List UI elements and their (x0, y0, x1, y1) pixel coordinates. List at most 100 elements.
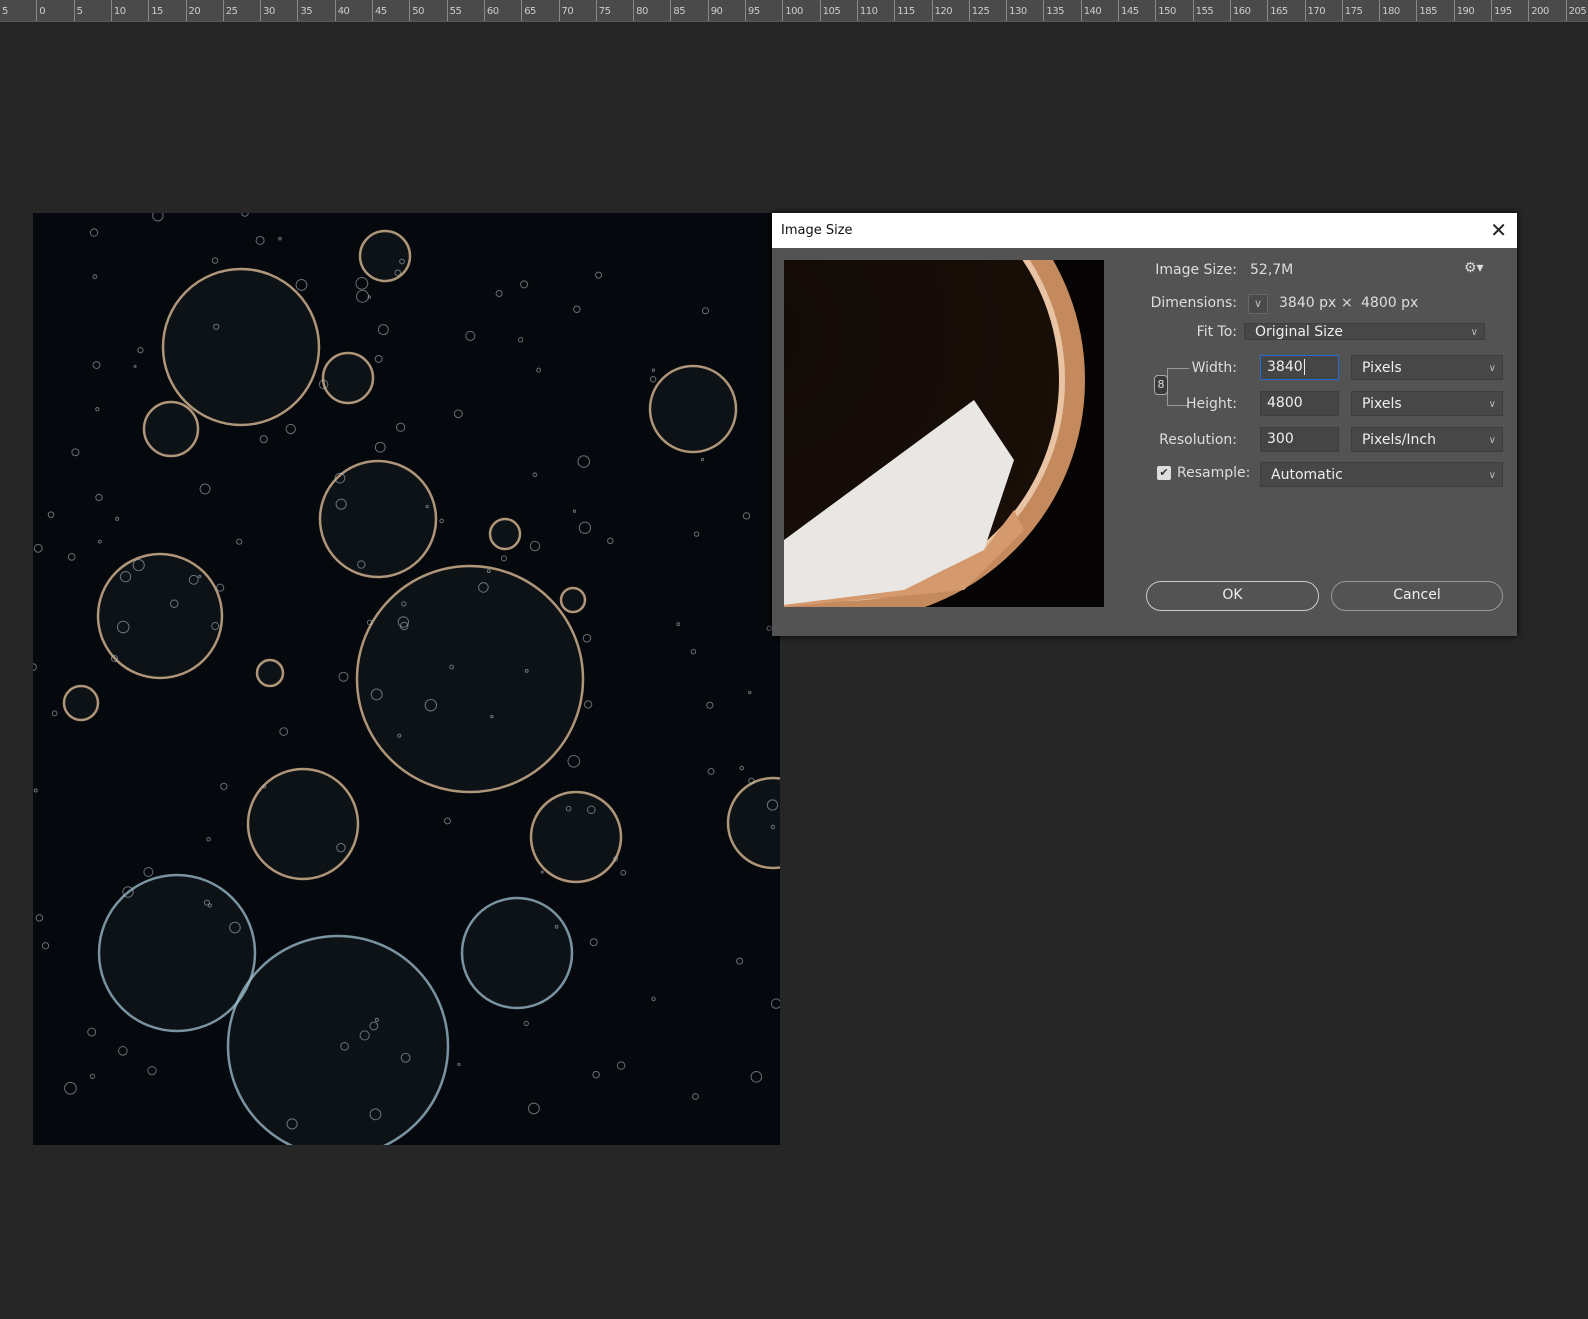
ruler-tick-label: 180 (1379, 0, 1400, 21)
small-bubble (532, 472, 538, 478)
horizontal-ruler[interactable]: 5 0 5 10 15 20 25 30 35 40 45 50 55 60 65 70 75 80 85 90 95 1… (0, 0, 1588, 22)
small-bubble (748, 690, 752, 695)
small-bubble (35, 914, 44, 922)
document-canvas[interactable] (33, 213, 780, 1145)
ruler-tick-label: 170 (1304, 0, 1326, 21)
dimensions-dropdown-icon[interactable]: ∨ (1248, 294, 1268, 314)
small-bubble (255, 235, 265, 245)
bubbles-image (33, 213, 780, 1145)
height-unit-select[interactable]: Pixels ∨ (1351, 391, 1503, 416)
small-bubble (241, 213, 249, 217)
ruler-tick-label: 15 (148, 0, 163, 21)
dimensions-width: 3840 px (1279, 295, 1337, 311)
small-bubble (97, 539, 102, 544)
ruler-tick-label: 160 (1229, 0, 1251, 21)
small-bubble (529, 540, 541, 552)
resolution-unit-select[interactable]: Pixels/Inch ∨ (1351, 427, 1503, 452)
ruler-tick-label: 5 (73, 0, 83, 21)
ruler-tick-label: 75 (595, 0, 611, 21)
ruler-tick-label: 120 (931, 0, 953, 21)
small-bubble (739, 765, 745, 771)
small-bubble (67, 553, 76, 561)
ok-button[interactable]: OK (1146, 581, 1319, 611)
text-cursor (1303, 359, 1305, 375)
dialog-title: Image Size (772, 213, 1517, 248)
dimensions-times: × (1341, 295, 1353, 311)
width-label: Width: (1191, 360, 1237, 376)
image-preview[interactable] (784, 260, 1104, 607)
ruler-tick-label: 115 (894, 0, 915, 21)
ruler-tick-label: 25 (222, 0, 238, 21)
ruler-tick-label: 110 (856, 0, 878, 21)
ruler-tick-label: 205 (1565, 0, 1587, 21)
small-bubble (259, 435, 268, 444)
height-input[interactable]: 4800 (1260, 391, 1339, 416)
ruler-tick-label: 70 (558, 0, 574, 21)
resample-select[interactable]: Automatic ∨ (1260, 462, 1503, 487)
small-bubble (64, 1081, 77, 1095)
ruler-tick-label: 45 (372, 0, 387, 21)
ruler-tick-label: 190 (1453, 0, 1475, 21)
ruler-tick-label: 155 (1192, 0, 1214, 21)
small-bubble (439, 518, 444, 524)
chevron-down-icon: ∨ (1488, 363, 1496, 374)
ruler-tick-label: 10 (110, 0, 126, 21)
close-icon[interactable]: ✕ (1490, 218, 1507, 242)
link-icon[interactable]: 8 (1154, 375, 1168, 395)
ruler-tick-label: 140 (1080, 0, 1102, 21)
bubble (355, 564, 585, 794)
small-bubble (206, 836, 211, 842)
small-bubble (707, 767, 715, 775)
small-bubble (89, 1073, 96, 1079)
ruler-tick-label: 145 (1118, 0, 1139, 21)
small-bubble (595, 271, 603, 279)
bubble (161, 267, 321, 427)
small-bubble (690, 649, 697, 655)
ruler-tick-label: 50 (409, 0, 425, 21)
ruler-tick-label: 105 (819, 0, 841, 21)
small-bubble (540, 870, 544, 874)
small-bubble (71, 448, 80, 457)
resolution-label: Resolution: (1159, 432, 1237, 448)
resample-checkbox[interactable]: ✔ (1157, 466, 1171, 480)
bubble (226, 934, 450, 1145)
width-value: 3840 (1267, 359, 1303, 375)
small-bubble (95, 407, 100, 412)
chevron-down-icon: ∨ (1488, 470, 1496, 481)
gear-icon[interactable]: ⚙▾ (1464, 260, 1484, 276)
ruler-tick-label: 5 (0, 0, 8, 21)
small-bubble (577, 455, 590, 468)
ruler-tick-label: 200 (1528, 0, 1549, 21)
small-bubble (92, 274, 98, 280)
small-bubble (770, 998, 780, 1009)
small-bubble (500, 555, 507, 562)
small-bubble (87, 1027, 97, 1037)
width-input[interactable]: 3840 (1260, 355, 1339, 380)
ruler-tick-label: 40 (334, 0, 350, 21)
bubble (559, 586, 587, 614)
bubble (255, 658, 285, 688)
small-bubble (453, 409, 463, 419)
small-bubble (95, 493, 103, 502)
width-unit-select[interactable]: Pixels ∨ (1351, 355, 1503, 380)
small-bubble (651, 996, 656, 1002)
resolution-unit-value: Pixels/Inch (1362, 432, 1436, 448)
cancel-button[interactable]: Cancel (1331, 581, 1503, 611)
small-bubble (692, 1093, 699, 1100)
chevron-down-icon: ∨ (1488, 399, 1496, 410)
small-bubble (700, 457, 705, 462)
dimensions-height: 4800 px (1361, 295, 1419, 311)
resolution-input[interactable]: 300 (1260, 427, 1339, 452)
height-label: Height: (1186, 396, 1237, 412)
ruler-tick-label: 65 (521, 0, 536, 21)
image-size-dialog: Image Size ✕ Image Size: 52,7M ⚙▾ Dimens… (772, 213, 1517, 636)
small-bubble (567, 754, 581, 768)
bubble (358, 229, 412, 283)
chevron-down-icon: ∨ (1488, 435, 1496, 446)
fit-to-select[interactable]: Original Size ∨ (1244, 323, 1485, 340)
small-bubble (33, 663, 37, 671)
ruler-tick-label: 55 (446, 0, 462, 21)
small-bubble (115, 516, 120, 521)
ruler-tick-label: 0 (36, 0, 46, 21)
bubble (460, 896, 574, 1010)
